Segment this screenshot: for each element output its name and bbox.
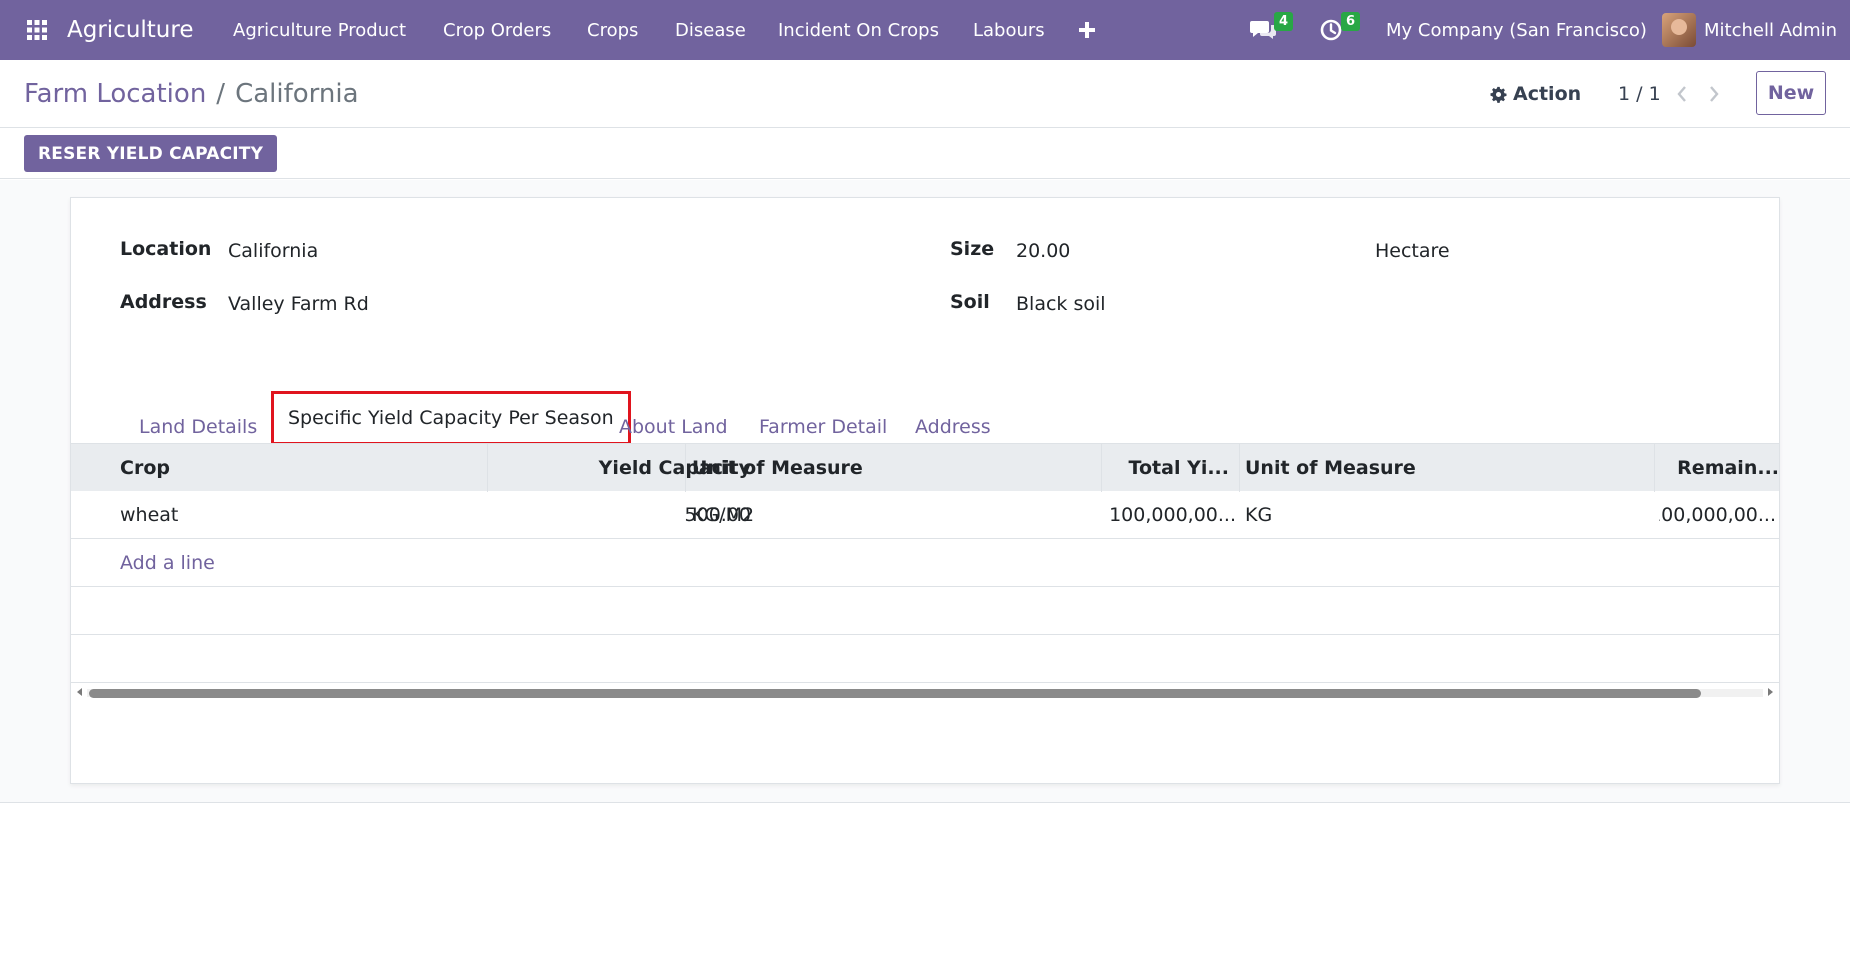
address-label: Address — [120, 291, 207, 313]
chat-icon — [1250, 19, 1277, 41]
top-navbar: Agriculture Agriculture Product Crop Ord… — [0, 0, 1850, 60]
breadcrumb-separator: / — [216, 79, 226, 109]
column-header-total-yield[interactable]: Total Yi... — [1105, 444, 1229, 492]
table-row[interactable]: wheat 500.00 KG/M2 100,000,00... KG 100,… — [71, 491, 1779, 539]
pager-next-icon[interactable] — [1708, 60, 1720, 128]
empty-row — [71, 587, 1779, 635]
breadcrumb-farm-location[interactable]: Farm Location — [24, 79, 206, 109]
menu-disease[interactable]: Disease — [675, 0, 746, 60]
apps-grid-icon[interactable] — [24, 0, 50, 60]
activities-button[interactable] — [1320, 0, 1342, 60]
add-line-row: Add a line — [71, 539, 1779, 587]
clock-icon — [1320, 19, 1342, 41]
user-menu[interactable]: Mitchell Admin — [1662, 0, 1837, 60]
new-button[interactable]: New — [1756, 71, 1826, 115]
cell-remaining: 100,000,00... — [1659, 504, 1776, 526]
menu-crop-orders[interactable]: Crop Orders — [443, 0, 551, 60]
empty-row — [71, 635, 1779, 683]
company-switcher[interactable]: My Company (San Francisco) — [1386, 0, 1647, 60]
messages-count-badge: 4 — [1274, 12, 1293, 31]
form-sheet: Location California Address Valley Farm … — [70, 197, 1780, 784]
location-field[interactable]: California — [228, 240, 318, 262]
cell-unit-of-measure: KG/M2 — [692, 504, 755, 526]
column-divider[interactable] — [487, 444, 488, 492]
cell-crop: wheat — [120, 504, 179, 526]
column-header-crop[interactable]: Crop — [120, 444, 420, 492]
form-statusbar: RESER YIELD CAPACITY — [0, 128, 1850, 179]
scroll-left-icon[interactable] — [73, 685, 87, 699]
menu-labours[interactable]: Labours — [973, 0, 1045, 60]
action-button[interactable]: Action — [1490, 60, 1581, 128]
address-field[interactable]: Valley Farm Rd — [228, 293, 369, 315]
size-unit-field[interactable]: Hectare — [1375, 240, 1450, 262]
soil-field[interactable]: Black soil — [1016, 293, 1106, 315]
column-header-unit-of-measure[interactable]: Unit of Measure — [692, 444, 992, 492]
breadcrumb: Farm Location / California — [24, 60, 359, 128]
cell-unit-of-measure-2: KG — [1245, 504, 1273, 526]
app-brand[interactable]: Agriculture — [67, 0, 194, 60]
reset-yield-capacity-button[interactable]: RESER YIELD CAPACITY — [24, 135, 278, 172]
menu-incident-on-crops[interactable]: Incident On Crops — [778, 0, 939, 60]
column-header-unit-of-measure-2[interactable]: Unit of Measure — [1245, 444, 1545, 492]
messages-button[interactable] — [1250, 0, 1277, 60]
activities-count-badge: 6 — [1341, 12, 1360, 31]
action-label: Action — [1513, 83, 1582, 105]
column-divider[interactable] — [1101, 444, 1102, 492]
tab-specific-yield-capacity[interactable]: Specific Yield Capacity Per Season — [271, 391, 631, 445]
location-label: Location — [120, 238, 212, 260]
table-header: Crop Yield Capacity Unit of Measure Tota… — [71, 443, 1779, 492]
control-panel: Farm Location / California Action 1 / 1 … — [0, 60, 1850, 128]
soil-label: Soil — [950, 291, 990, 313]
scroll-right-icon[interactable] — [1763, 685, 1777, 699]
breadcrumb-current: California — [235, 79, 359, 109]
scrollbar-thumb[interactable] — [89, 689, 1701, 698]
gear-icon — [1490, 86, 1507, 103]
pager-previous-icon[interactable] — [1676, 60, 1688, 128]
add-line-link[interactable]: Add a line — [120, 539, 215, 587]
size-field[interactable]: 20.00 — [1016, 240, 1070, 262]
horizontal-scrollbar[interactable] — [71, 683, 1779, 699]
menu-crops[interactable]: Crops — [587, 0, 638, 60]
column-divider[interactable] — [685, 444, 686, 492]
column-divider[interactable] — [1239, 444, 1240, 492]
plus-icon[interactable] — [1078, 0, 1096, 60]
cell-total-yield: 100,000,00... — [1109, 504, 1236, 526]
user-name: Mitchell Admin — [1704, 19, 1838, 41]
column-header-remaining[interactable]: Remain... — [1659, 444, 1779, 492]
menu-agriculture-product[interactable]: Agriculture Product — [233, 0, 406, 60]
pager-value[interactable]: 1 / 1 — [1618, 60, 1661, 128]
size-label: Size — [950, 238, 995, 260]
column-divider[interactable] — [1654, 444, 1655, 492]
avatar — [1662, 13, 1696, 47]
